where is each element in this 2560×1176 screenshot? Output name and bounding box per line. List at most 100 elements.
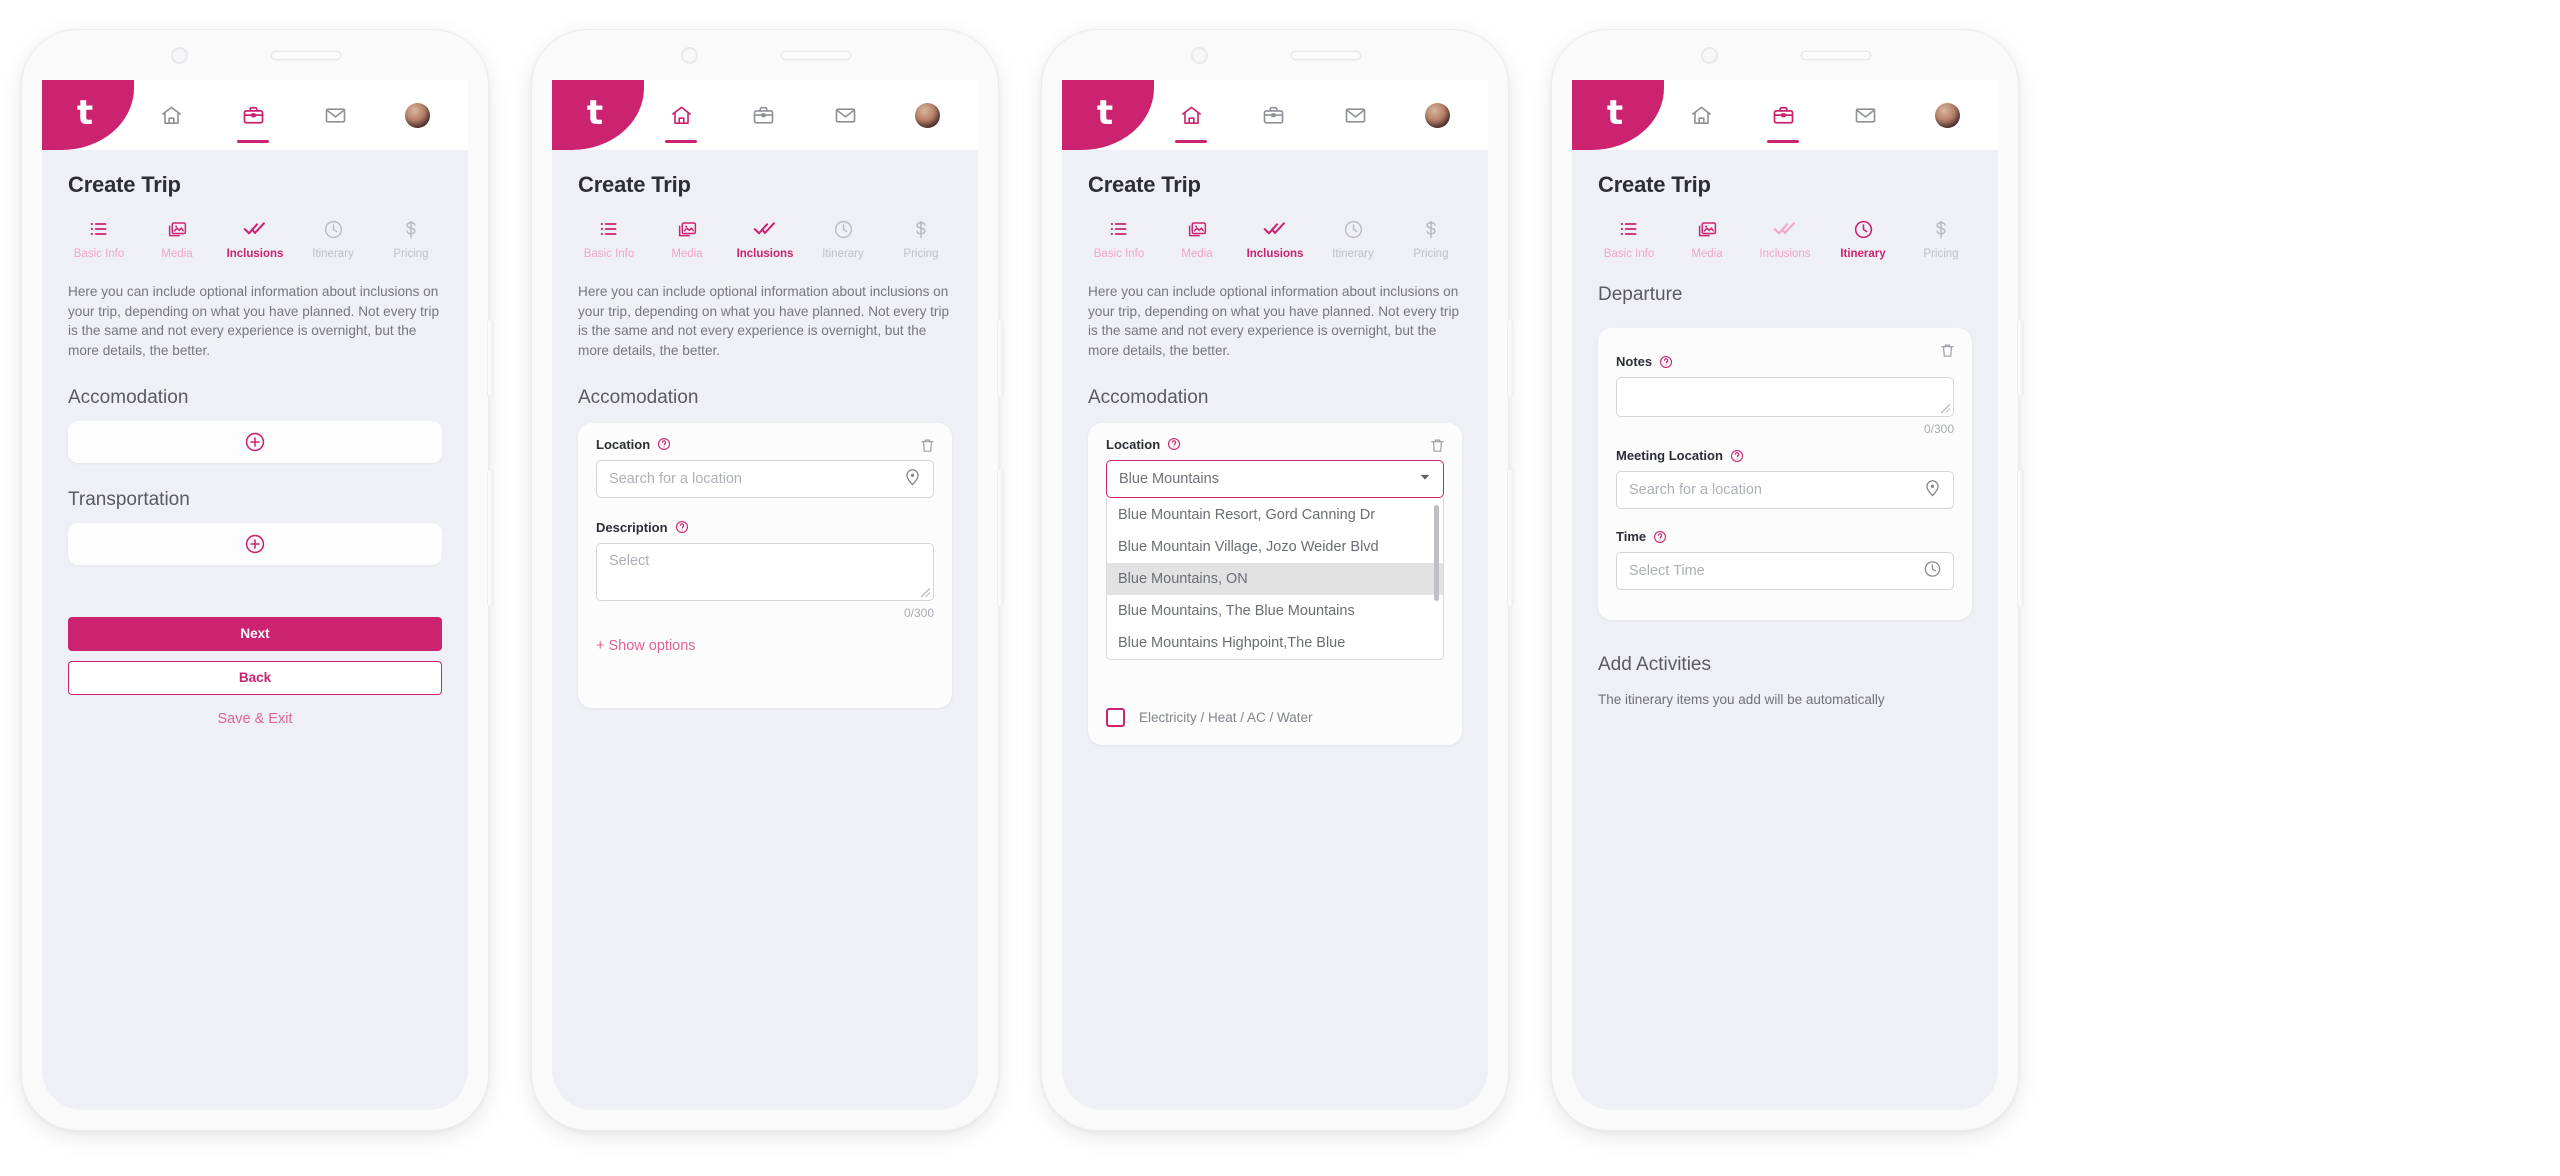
tab-label: Pricing (393, 248, 429, 260)
location-input[interactable]: Blue Mountains (1106, 459, 1444, 498)
tab-pricing[interactable]: Pricing (1912, 218, 1970, 260)
location-input[interactable]: Search for a location (596, 459, 934, 498)
tab-itinerary[interactable]: Itinerary (304, 218, 362, 260)
phone-volume-button[interactable] (488, 320, 493, 396)
app-logo[interactable]: t (1062, 80, 1154, 150)
notes-counter: 0/300 (1923, 422, 1954, 436)
tab-inclusions[interactable]: Inclusions (1246, 218, 1304, 260)
dropdown-option-highlighted[interactable]: Blue Mountains, ON (1107, 562, 1443, 595)
dropdown-option[interactable]: Blue Mountains Highpoint,The Blue (1107, 627, 1443, 659)
nav-home[interactable] (154, 98, 188, 132)
phone-notch (22, 30, 488, 80)
step-tabs: Basic Info Media Inclusions Itinerary Pr… (1598, 218, 1972, 260)
nav-messages[interactable] (318, 98, 352, 132)
section-accomodation-heading: Accomodation (578, 386, 699, 408)
nav-profile[interactable] (1420, 98, 1454, 132)
tab-pricing[interactable]: Pricing (1402, 218, 1460, 260)
time-input[interactable]: Select Time (1616, 552, 1954, 590)
nav-icon-group (1684, 98, 1964, 143)
nav-trips[interactable] (1256, 98, 1290, 132)
nav-home[interactable] (1174, 98, 1208, 143)
app-logo[interactable]: t (1572, 80, 1664, 150)
phone-mockup-1: t Create Trip Basic Info Media Inclusion… (0, 30, 510, 1130)
add-transportation-button[interactable] (68, 522, 442, 565)
app-logo[interactable]: t (552, 80, 644, 150)
save-and-exit-link[interactable]: Save & Exit (68, 711, 442, 727)
nav-home[interactable] (1684, 98, 1718, 132)
help-icon[interactable] (657, 437, 671, 451)
tab-itinerary[interactable]: Itinerary (1324, 218, 1382, 260)
help-icon[interactable] (1659, 355, 1673, 369)
phone-volume-button[interactable] (2018, 320, 2023, 396)
app-navbar: t (552, 80, 978, 150)
delete-card-button[interactable] (1939, 342, 1956, 364)
nav-trips[interactable] (236, 98, 270, 143)
phone-power-button[interactable] (488, 470, 493, 606)
front-camera-icon (1190, 46, 1208, 64)
tab-media[interactable]: Media (658, 218, 716, 260)
tab-media[interactable]: Media (1678, 218, 1736, 260)
nav-home[interactable] (664, 98, 698, 143)
nav-profile[interactable] (1930, 98, 1964, 132)
app-logo[interactable]: t (42, 80, 134, 150)
resize-handle-icon[interactable] (921, 587, 930, 597)
chevron-down-icon[interactable] (1418, 470, 1432, 488)
tab-media[interactable]: Media (1168, 218, 1226, 260)
dropdown-option[interactable]: Blue Mountains, The Blue Mountains (1107, 595, 1443, 627)
tab-label: Inclusions (226, 248, 284, 260)
nav-active-underline (1767, 140, 1799, 143)
phone-volume-button[interactable] (1508, 320, 1513, 396)
phone-power-button[interactable] (1508, 470, 1513, 606)
help-icon[interactable] (1653, 530, 1667, 544)
help-icon[interactable] (675, 520, 689, 534)
tab-media[interactable]: Media (148, 218, 206, 260)
nav-profile[interactable] (910, 98, 944, 132)
back-button[interactable]: Back (68, 660, 442, 695)
meeting-location-placeholder: Search for a location (1629, 482, 1762, 498)
description-textarea[interactable]: Select (596, 542, 934, 601)
meeting-location-input[interactable]: Search for a location (1616, 471, 1954, 509)
screen-body: Create Trip Basic Info Media Inclusions … (552, 150, 978, 1110)
dropdown-option[interactable]: Blue Mountain Village, Jozo Weider Blvd (1107, 531, 1443, 563)
tab-inclusions[interactable]: Inclusions (226, 218, 284, 260)
dropdown-option[interactable]: Blue Mountain Resort, Gord Canning Dr (1107, 499, 1443, 531)
phone-screen-4: t Create Trip Basic Info Media Inclusion… (1572, 80, 1998, 1110)
tab-itinerary[interactable]: Itinerary (814, 218, 872, 260)
nav-messages[interactable] (828, 98, 862, 132)
show-options-link[interactable]: + Show options (596, 638, 934, 654)
electricity-checkbox[interactable] (1106, 707, 1125, 727)
notes-textarea[interactable] (1616, 377, 1954, 417)
tab-basic-info[interactable]: Basic Info (1090, 218, 1148, 260)
phone-volume-button[interactable] (998, 320, 1003, 396)
tab-basic-info[interactable]: Basic Info (1600, 218, 1658, 260)
tab-basic-info[interactable]: Basic Info (580, 218, 638, 260)
location-label: Location (1106, 437, 1444, 452)
clock-icon (1923, 560, 1942, 583)
phone-power-button[interactable] (998, 470, 1003, 606)
nav-trips[interactable] (746, 98, 780, 132)
next-button[interactable]: Next (68, 616, 442, 651)
add-accomodation-button[interactable] (68, 420, 442, 463)
nav-trips[interactable] (1766, 98, 1800, 143)
nav-profile[interactable] (400, 98, 434, 132)
tab-inclusions[interactable]: Inclusions (1756, 218, 1814, 260)
briefcase-icon (243, 106, 263, 124)
resize-handle-icon[interactable] (1941, 404, 1950, 413)
help-icon[interactable] (1730, 449, 1744, 463)
help-icon[interactable] (1167, 437, 1181, 451)
phone-power-button[interactable] (2018, 470, 2023, 606)
nav-messages[interactable] (1338, 98, 1372, 132)
tab-itinerary[interactable]: Itinerary (1834, 218, 1892, 260)
nav-icon-group (1174, 98, 1454, 143)
tab-pricing[interactable]: Pricing (382, 218, 440, 260)
tab-inclusions[interactable]: Inclusions (736, 218, 794, 260)
tab-pricing[interactable]: Pricing (892, 218, 950, 260)
delete-card-button[interactable] (919, 437, 936, 459)
clock-icon (1343, 218, 1364, 240)
tab-basic-info[interactable]: Basic Info (70, 218, 128, 260)
delete-card-button[interactable] (1429, 437, 1446, 459)
section-accomodation-heading: Accomodation (68, 386, 189, 408)
nav-messages[interactable] (1848, 98, 1882, 132)
dropdown-scrollbar[interactable] (1434, 504, 1439, 601)
list-icon (1109, 218, 1129, 240)
